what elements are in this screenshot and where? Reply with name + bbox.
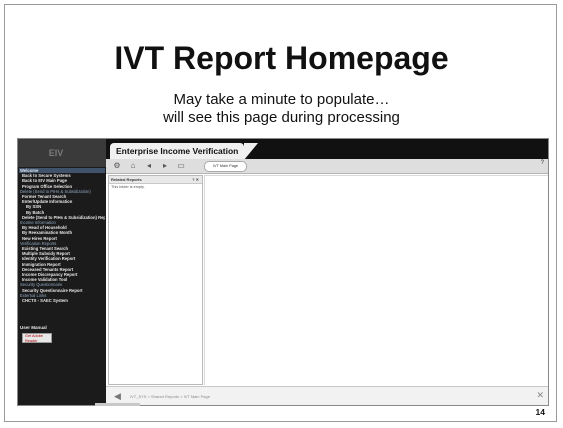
slide-title: IVT Report Homepage <box>114 40 449 76</box>
home-icon[interactable]: ⌂ <box>128 161 138 171</box>
panel-controls[interactable]: ? ✕ <box>192 176 199 183</box>
app-screenshot: EIV Welcome Back to Secure Systems Back to… <box>17 138 549 406</box>
subtitle-line-1: May take a minute to populate… <box>173 91 390 108</box>
sidebar-nav: Welcome Back to Secure Systems Back to EIV… <box>19 168 105 303</box>
related-reports-panel: Related Reports ? ✕ This folder is empty… <box>108 175 203 385</box>
bottom-bar: ◀ IVT_SYS > Shared Reports > IVT Main Pa… <box>106 386 548 405</box>
user-manual-link[interactable]: User Manual <box>20 325 47 330</box>
sidebar-link[interactable]: CHCTS - SAEC System <box>19 298 105 303</box>
breadcrumb[interactable]: IVT_SYS > Shared Reports > IVT Main Page <box>130 393 210 400</box>
logo-area: EIV <box>18 139 106 167</box>
forward-icon[interactable]: ▸ <box>160 161 170 171</box>
panel-header: Related Reports ? ✕ <box>109 176 202 184</box>
adobe-reader-badge[interactable]: Get Adobe Reader <box>22 333 52 343</box>
folder-icon[interactable]: ▭ <box>176 161 186 171</box>
tab-ivt-main-page[interactable]: IVT Main Page <box>204 161 248 172</box>
subtitle-line-2: will see this page during processing <box>163 109 400 126</box>
footer-strip <box>95 403 140 406</box>
sidebar: EIV Welcome Back to Secure Systems Back to… <box>18 139 106 405</box>
back-arrow-icon[interactable]: ◀ <box>114 392 121 401</box>
gear-icon[interactable]: ⚙ <box>112 161 122 171</box>
close-icon[interactable]: ✕ <box>536 391 544 400</box>
app-title: Enterprise Income Verification <box>110 143 259 160</box>
toolbar: ⚙ ⌂ ◂ ▸ ▭ <box>106 159 548 174</box>
eiv-logo: EIV <box>48 148 64 158</box>
help-button[interactable]: ? <box>541 160 544 166</box>
main-content-area <box>204 175 548 385</box>
back-icon[interactable]: ◂ <box>144 161 154 171</box>
page-number: 14 <box>535 407 545 417</box>
slide-subtitle: May take a minute to populate… will see … <box>0 91 563 127</box>
panel-empty-text: This folder is empty. <box>111 185 145 189</box>
panel-title: Related Reports <box>111 177 142 182</box>
